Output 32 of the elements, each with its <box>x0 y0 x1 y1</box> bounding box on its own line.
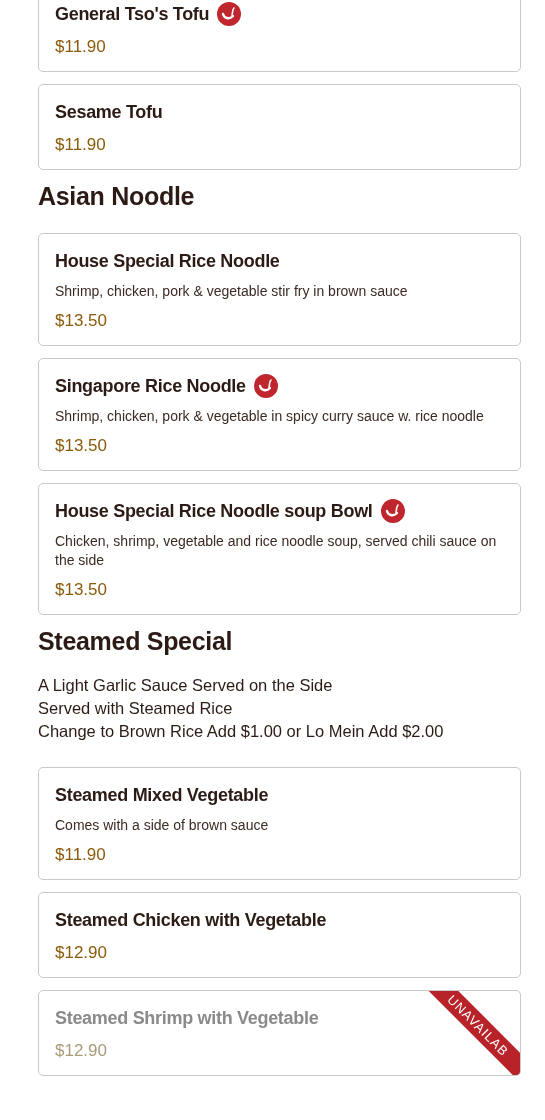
section-note: A Light Garlic Sauce Served on the Side <box>38 675 334 696</box>
item-price: $12.90 <box>55 942 107 964</box>
item-name: Steamed Mixed Vegetable <box>55 784 269 806</box>
item-price: $13.50 <box>55 435 107 457</box>
menu-item-card[interactable]: General Tso's Tofu $11.90 <box>38 0 521 72</box>
menu-item-card[interactable]: Steamed Chicken with Vegetable $12.90 <box>38 892 521 978</box>
menu-item-card[interactable]: House Special Rice Noodle Shrimp, chicken, pork & vegetable stir fry in brown sauce $13.50 <box>38 233 521 346</box>
item-description: Shrimp, chicken, pork & vegetable stir fry in brown sauce <box>55 282 408 301</box>
section-heading: Steamed Special <box>38 627 234 656</box>
item-price: $11.90 <box>55 134 106 156</box>
item-name: Steamed Shrimp with Vegetable <box>55 1007 319 1029</box>
item-price: $13.50 <box>55 579 107 601</box>
item-name: House Special Rice Noodle <box>55 250 280 272</box>
item-price: $11.90 <box>55 36 106 58</box>
menu-item-card[interactable]: Singapore Rice Noodle Shrimp, chicken, pork & vegetable in spicy curry sauce w. rice noodle $13.50 <box>38 358 521 471</box>
item-name: House Special Rice Noodle soup Bowl <box>55 500 373 522</box>
item-price: $13.50 <box>55 310 107 332</box>
section-heading: Asian Noodle <box>38 182 196 211</box>
item-name: Singapore Rice Noodle <box>55 375 246 397</box>
item-name: Sesame Tofu <box>55 101 163 123</box>
menu-item-card[interactable]: Sesame Tofu $11.90 <box>38 84 521 170</box>
item-name: Steamed Chicken with Vegetable <box>55 909 327 931</box>
menu-item-card[interactable]: House Special Rice Noodle soup Bowl Chicken, shrimp, vegetable and rice noodle soup, served chili sauce on the side $13.50 <box>38 483 521 615</box>
menu-item-card[interactable]: Steamed Mixed Vegetable Comes with a side of brown sauce $11.90 <box>38 767 521 880</box>
item-name: General Tso's Tofu <box>55 3 210 25</box>
item-description: Chicken, shrimp, vegetable and rice noodle soup, served chili sauce on the side <box>55 532 498 570</box>
section-note: Served with Steamed Rice <box>38 698 234 719</box>
section-note: Change to Brown Rice Add $1.00 or Lo Mein Add $2.00 <box>38 721 445 742</box>
item-price: $11.90 <box>55 844 106 866</box>
item-description: Shrimp, chicken, pork & vegetable in spicy curry sauce w. rice noodle <box>55 407 484 426</box>
item-price: $12.90 <box>55 1040 107 1062</box>
item-description: Comes with a side of brown sauce <box>55 816 269 835</box>
